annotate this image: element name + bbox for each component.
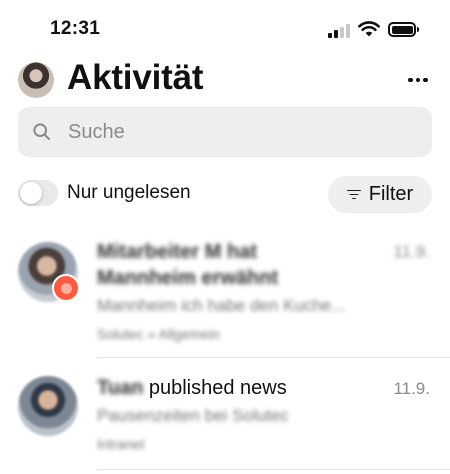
activity-preview: Mannheim ich habe den Kuche... [97, 296, 346, 315]
battery-icon [388, 22, 419, 37]
unread-only-toggle[interactable] [18, 180, 58, 206]
more-options-button[interactable] [400, 68, 436, 92]
activity-action: published news [148, 377, 287, 399]
unread-only-label: Nur ungelesen [67, 182, 191, 203]
list-divider [97, 357, 450, 358]
more-dot [415, 77, 421, 83]
activity-title-line2: Mannheim erwähnt [97, 267, 279, 289]
activity-date: 11.9. [393, 379, 430, 398]
activity-date: 11.9. [393, 242, 430, 261]
more-dot [423, 77, 428, 83]
mention-badge-icon [52, 274, 80, 302]
search-bar[interactable] [18, 107, 432, 157]
filter-button[interactable]: Filter [328, 176, 432, 213]
user-avatar [18, 376, 78, 436]
activity-preview: Pausenzeiten bei Solutec [97, 406, 289, 425]
activity-title: Tuan published news [97, 376, 287, 401]
status-bar: 12:31 [0, 0, 450, 58]
activity-item[interactable]: Mitarbeiter M hat Mannheim erwähnt 11.9.… [0, 236, 450, 358]
activity-channel: Intranet [97, 436, 145, 452]
page-title: Aktivität [67, 58, 204, 97]
activity-title-line1: Mitarbeiter M hat [97, 241, 258, 263]
filter-label: Filter [368, 183, 414, 205]
toggle-knob [20, 182, 42, 204]
profile-avatar[interactable] [18, 62, 54, 98]
activity-item[interactable]: Tuan published news 11.9. Pausenzeiten b… [0, 372, 450, 472]
cellular-signal-icon [328, 24, 350, 38]
search-icon [33, 123, 50, 140]
status-time: 12:31 [50, 18, 101, 39]
activity-actor: Tuan [97, 377, 144, 399]
wifi-icon [358, 21, 380, 37]
activity-channel: Solutec » Allgemein [97, 326, 220, 342]
more-dots-icon [408, 77, 413, 83]
list-divider [97, 469, 450, 470]
filter-icon [346, 189, 361, 201]
search-input[interactable] [68, 107, 418, 157]
